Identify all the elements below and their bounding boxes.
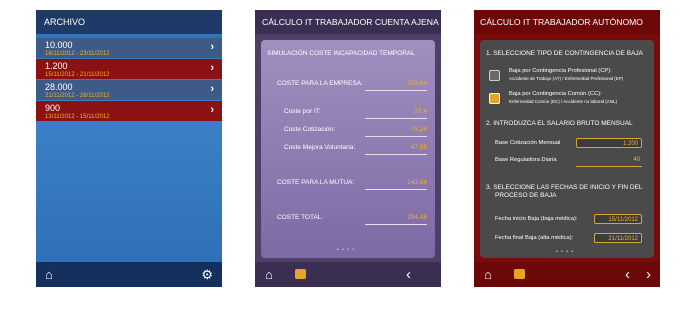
option-subtitle: Accidente de Trabajo (AT) / Enfermedad P… [509, 76, 624, 81]
calculator-coins-icon[interactable] [514, 269, 525, 279]
regulatory-base-value: 40 [633, 157, 640, 163]
start-date-input[interactable]: 15/11/2012 [594, 214, 642, 224]
company-cost-value: 150,64 [407, 80, 427, 87]
section-2-title: 2. INTRODUZCA EL SALARIO BRUTO MENSUAL [486, 120, 633, 127]
contingency-common-checkbox[interactable] [489, 93, 500, 104]
company-cost-label: COSTE PARA LA EMPRESA: [277, 80, 363, 87]
list-item[interactable]: 28.000 21/11/2012 - 26/11/2012 › [36, 80, 222, 100]
previous-icon[interactable]: ‹ [625, 262, 630, 287]
home-icon[interactable]: ⌂ [265, 262, 273, 287]
item-dates: 16/11/2012 - 23/11/2012 [45, 51, 110, 57]
option-title: Baja por Contingencia Común (CC): [509, 91, 602, 97]
contingency-common-option: Baja por Contingencia Común (CC): Enferm… [509, 91, 617, 105]
list-item[interactable]: 900 13/11/2012 - 15/11/2012 › [36, 101, 222, 121]
item-dates: 13/11/2012 - 15/11/2012 [45, 114, 110, 120]
voluntary-cost-label: Coste Mejora Voluntaria: [284, 144, 356, 151]
simulation-subtitle: SIMULACIÓN COSTE INCAPACIDAD TEMPORAL [267, 50, 415, 57]
list-item[interactable]: 10.000 16/11/2012 - 23/11/2012 › [36, 38, 222, 58]
divider [365, 189, 427, 190]
divider [365, 136, 427, 137]
divider [576, 166, 642, 167]
base-contribution-input[interactable]: 1.200 [576, 138, 642, 148]
divider [365, 90, 427, 91]
page-indicator: • • • • [337, 247, 356, 253]
bottom-toolbar: ⌂ ‹ › [474, 262, 660, 287]
divider [365, 118, 427, 119]
item-value: 1.200 [45, 61, 68, 71]
archive-title: ARCHIVO [36, 10, 222, 34]
option-title: Baja por Contingencia Profesional (CP): [509, 68, 612, 74]
list-item[interactable]: 1.200 15/11/2012 - 21/11/2012 › [36, 59, 222, 79]
divider [365, 154, 427, 155]
home-icon[interactable]: ⌂ [484, 262, 492, 287]
chevron-right-icon: › [210, 83, 214, 95]
item-dates: 15/11/2012 - 21/11/2012 [45, 72, 110, 78]
divider [365, 224, 427, 225]
chevron-right-icon: › [210, 41, 214, 53]
section-3-title: 3. SELECCIONE LAS FECHAS DE INICIO Y FIN… [486, 184, 643, 191]
chevron-right-icon: › [210, 104, 214, 116]
chevron-right-icon: › [210, 62, 214, 74]
start-date-label: Fecha inicio Baja (baja médica): [495, 216, 578, 222]
option-subtitle: Enfermedad Común (EC) / Accidente no lab… [509, 99, 618, 104]
section-1-title: 1. SELECCIONE TIPO DE CONTINGENCIA DE BA… [486, 50, 643, 57]
voluntary-cost-value: 47,95 [410, 144, 427, 151]
end-date-label: Fecha final Baja (alta médica): [495, 235, 574, 241]
item-dates: 21/11/2012 - 26/11/2012 [45, 93, 110, 99]
next-icon[interactable]: › [646, 262, 651, 287]
bottom-toolbar: ⌂ ⚙ [36, 262, 222, 287]
regulatory-base-label: Base Reguladora Diaria [495, 157, 557, 163]
form-card: 1. SELECCIONE TIPO DE CONTINGENCIA DE BA… [480, 40, 654, 258]
item-value: 10.000 [45, 40, 73, 50]
mutual-cost-value: 143,84 [407, 179, 427, 186]
contingency-professional-checkbox[interactable] [489, 70, 500, 81]
mutual-cost-label: COSTE PARA LA MUTUA: [277, 179, 355, 186]
home-icon[interactable]: ⌂ [45, 262, 53, 287]
archive-screen: ARCHIVO 10.000 16/11/2012 - 23/11/2012 ›… [36, 10, 222, 287]
page-title: CÁLCULO IT TRABAJADOR AUTÓNOMO [474, 10, 660, 34]
bottom-toolbar: ⌂ ‹ [255, 262, 441, 287]
it-cost-value: 27,4 [414, 108, 427, 115]
it-cost-label: Coste por IT: [284, 108, 321, 115]
end-date-input[interactable]: 21/11/2012 [594, 233, 642, 243]
total-cost-value: 294,48 [407, 214, 427, 221]
item-value: 28.000 [45, 82, 73, 92]
section-3-title-line2: PROCESO DE BAJA [495, 192, 557, 199]
base-contribution-label: Base Cotización Mensual [495, 140, 561, 146]
contribution-cost-label: Coste Cotización: [284, 126, 335, 133]
page-indicator: • • • • [556, 249, 575, 255]
contingency-professional-option: Baja por Contingencia Profesional (CP): … [509, 68, 623, 82]
calculator-coins-icon[interactable] [295, 269, 306, 279]
item-value: 900 [45, 103, 61, 113]
employee-it-screen: CÁLCULO IT TRABAJADOR CUENTA AJENA SIMUL… [255, 10, 441, 287]
total-cost-label: COSTE TOTAL: [277, 214, 324, 221]
page-title: CÁLCULO IT TRABAJADOR CUENTA AJENA [255, 10, 441, 34]
simulation-card: SIMULACIÓN COSTE INCAPACIDAD TEMPORAL CO… [261, 40, 435, 258]
gear-icon[interactable]: ⚙ [201, 262, 213, 287]
self-employed-it-screen: CÁLCULO IT TRABAJADOR AUTÓNOMO 1. SELECC… [474, 10, 660, 287]
back-icon[interactable]: ‹ [406, 262, 411, 287]
contribution-cost-value: 75,29 [410, 126, 427, 133]
